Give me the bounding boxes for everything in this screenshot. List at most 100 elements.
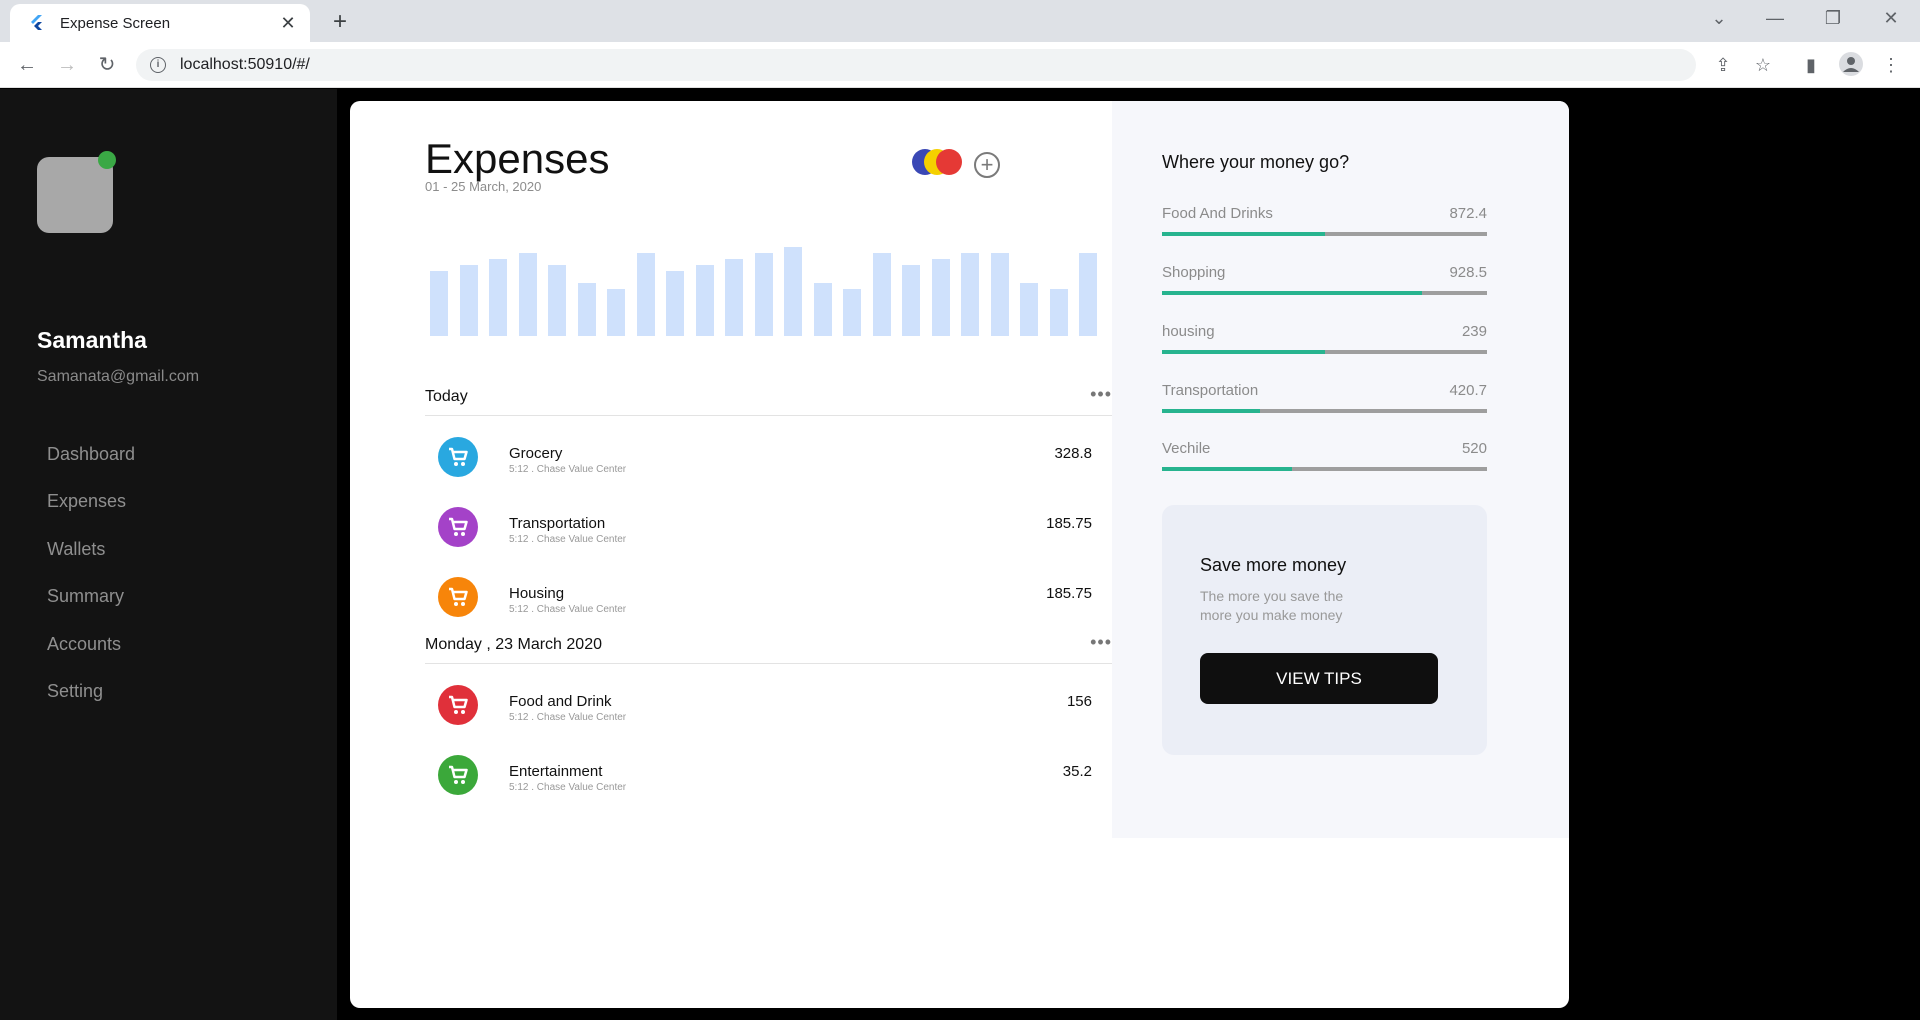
chart-bar (430, 270, 448, 336)
category-row: Vechile 520 (1162, 440, 1487, 480)
chart-bar (1020, 282, 1038, 336)
chart-bar (1079, 252, 1097, 336)
cart-icon (438, 685, 478, 725)
chart-bar (548, 264, 566, 336)
legend-dot-red (936, 149, 962, 175)
category-row: Shopping 928.5 (1162, 264, 1487, 304)
main-card: Expenses 01 - 25 March, 2020 + Today •••… (350, 101, 1569, 1008)
profile-icon[interactable] (1838, 52, 1864, 78)
category-label: Transportation (1162, 382, 1259, 399)
tip-text: The more you save the more you make mone… (1200, 588, 1344, 623)
close-icon[interactable]: ✕ (278, 13, 298, 34)
cart-icon (438, 577, 478, 617)
chart-bar (518, 252, 537, 336)
sidebar-item-summary[interactable]: Summary (47, 586, 124, 607)
avatar[interactable] (37, 157, 113, 233)
more-dots-icon[interactable]: ••• (1090, 384, 1112, 405)
cart-icon (438, 507, 478, 547)
category-value: 872.4 (1449, 205, 1487, 222)
transaction-amount: 35.2 (1062, 763, 1092, 780)
chart-bar (784, 246, 802, 336)
sidebar-item-dashboard[interactable]: Dashboard (47, 444, 135, 465)
category-row: Food And Drinks 872.4 (1162, 205, 1487, 245)
category-label: Food And Drinks (1162, 205, 1273, 222)
transaction-row[interactable]: Food and Drink 5:12 . Chase Value Center… (425, 681, 1105, 741)
user-name: Samantha (37, 327, 147, 353)
minimize-icon[interactable]: — (1760, 8, 1790, 29)
browser-tab[interactable]: Expense Screen ✕ (10, 4, 310, 42)
new-tab-icon[interactable]: + (326, 8, 354, 36)
online-status-dot (98, 151, 116, 169)
category-progress-fill (1162, 409, 1260, 413)
info-icon[interactable]: i (150, 57, 166, 73)
chart-bar (666, 270, 684, 336)
transaction-name: Transportation (509, 515, 606, 532)
sidebar-item-expenses[interactable]: Expenses (47, 491, 126, 512)
add-circle-icon[interactable]: + (974, 152, 1000, 178)
transaction-amount: 328.8 (1054, 445, 1092, 462)
chart-bar (961, 252, 979, 336)
category-label: housing (1162, 323, 1215, 340)
transaction-row[interactable]: Transportation 5:12 . Chase Value Center… (425, 503, 1105, 563)
star-icon[interactable]: ☆ (1750, 52, 1776, 78)
chart-bar (1049, 288, 1068, 336)
sidebar: Samantha Samanata@gmail.com Dashboard Ex… (0, 89, 337, 1020)
kebab-menu-icon[interactable]: ⋮ (1878, 52, 1904, 78)
category-progress-track (1162, 350, 1487, 354)
category-row: housing 239 (1162, 323, 1487, 363)
transaction-detail: 5:12 . Chase Value Center (509, 464, 627, 475)
transaction-detail: 5:12 . Chase Value Center (509, 712, 627, 723)
chevron-down-icon[interactable]: ⌄ (1704, 8, 1734, 29)
cart-icon (438, 755, 478, 795)
cart-icon (438, 437, 478, 477)
category-value: 239 (1461, 323, 1487, 340)
forward-arrow-icon[interactable]: → (52, 50, 82, 80)
transaction-detail: 5:12 . Chase Value Center (509, 604, 627, 615)
view-tips-button[interactable]: VIEW TIPS (1200, 653, 1438, 704)
tip-title: Save more money (1200, 555, 1347, 575)
transaction-name: Food and Drink (509, 693, 612, 710)
sidebar-item-accounts[interactable]: Accounts (47, 634, 121, 655)
reload-icon[interactable]: ↻ (92, 50, 122, 80)
chart-bar (813, 282, 832, 336)
window-close-icon[interactable]: ✕ (1876, 8, 1906, 29)
transaction-amount: 185.75 (1046, 585, 1092, 602)
category-label: Shopping (1162, 264, 1226, 281)
transaction-row[interactable]: Housing 5:12 . Chase Value Center 185.75 (425, 573, 1105, 633)
restore-icon[interactable]: ❐ (1818, 8, 1848, 29)
section-label: Today (425, 388, 468, 405)
transaction-detail: 5:12 . Chase Value Center (509, 534, 627, 545)
category-value: 420.7 (1449, 382, 1487, 399)
page-title: Expenses (425, 135, 610, 182)
section-label: Monday , 23 March 2020 (425, 636, 602, 653)
transaction-name: Housing (509, 585, 565, 602)
address-bar[interactable]: i localhost:50910/#/ (136, 49, 1696, 81)
back-arrow-icon[interactable]: ← (12, 50, 42, 80)
side-panel-icon[interactable]: ▮ (1798, 52, 1824, 78)
section-header-monday: Monday , 23 March 2020 ••• (425, 630, 1112, 664)
chart-bar (577, 282, 596, 336)
category-row: Transportation 420.7 (1162, 382, 1487, 422)
sidebar-item-wallets[interactable]: Wallets (47, 539, 105, 560)
sidebar-item-setting[interactable]: Setting (47, 681, 103, 702)
expense-bar-chart (425, 241, 1105, 336)
more-dots-icon[interactable]: ••• (1090, 632, 1112, 653)
category-label: Vechile (1162, 440, 1211, 457)
category-progress-fill (1162, 350, 1325, 354)
spending-breakdown-panel: Where your money go? Food And Drinks 872… (1112, 101, 1569, 838)
chart-bar (725, 258, 743, 336)
chart-bar (931, 258, 950, 336)
transaction-name: Grocery (509, 445, 563, 462)
transaction-name: Entertainment (509, 763, 603, 780)
chart-bar (695, 264, 714, 336)
transaction-amount: 185.75 (1046, 515, 1092, 532)
transaction-row[interactable]: Entertainment 5:12 . Chase Value Center … (425, 751, 1105, 811)
chart-bar (636, 252, 655, 336)
browser-tabstrip: Expense Screen ✕ + ⌄ — ❐ ✕ (0, 0, 1920, 42)
category-progress-track (1162, 409, 1487, 413)
chart-bar (843, 288, 861, 336)
transaction-row[interactable]: Grocery 5:12 . Chase Value Center 328.8 (425, 433, 1105, 493)
flutter-icon (31, 15, 42, 30)
share-icon[interactable]: ⇪ (1710, 52, 1736, 78)
url-text: localhost:50910/#/ (180, 56, 310, 73)
